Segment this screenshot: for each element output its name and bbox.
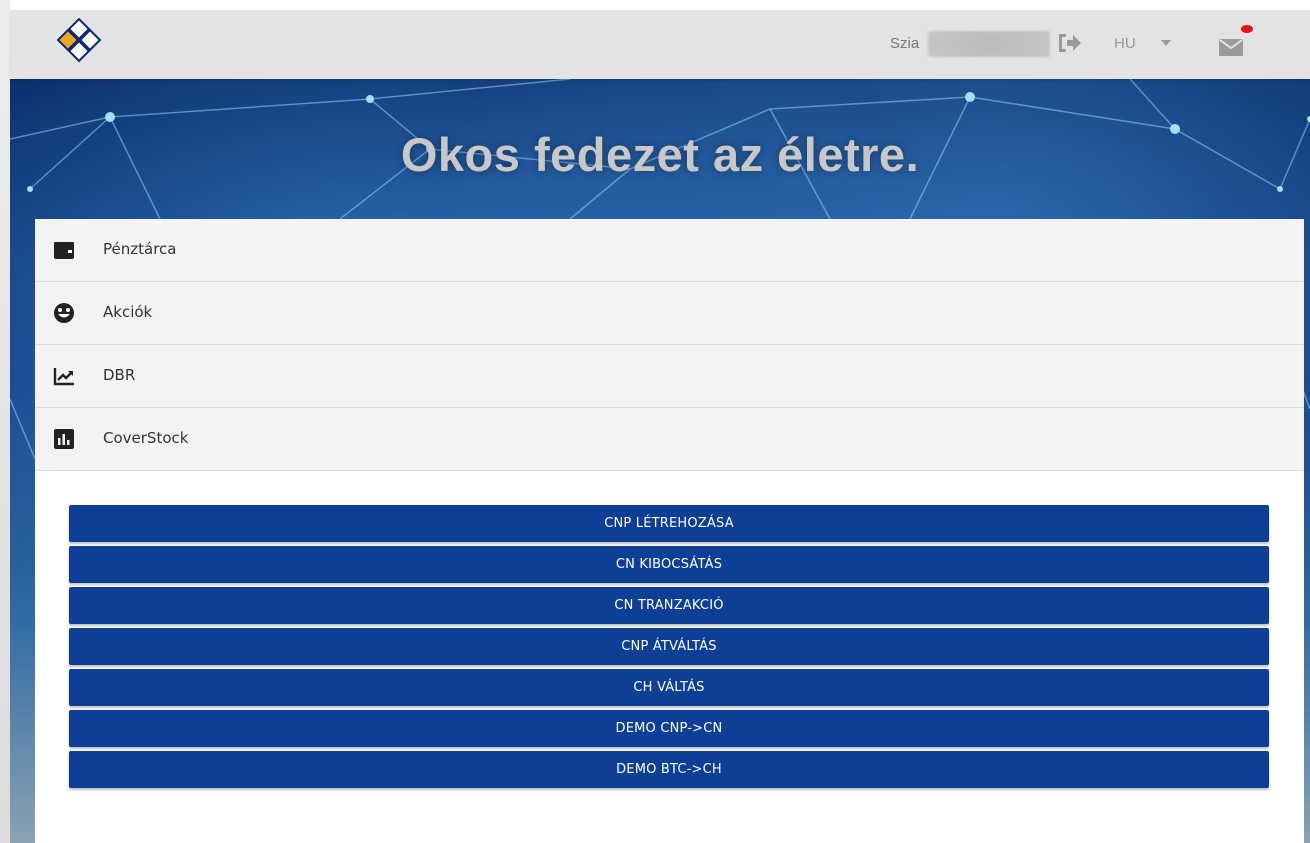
menu-item-label: DBR [103, 366, 136, 384]
user-name-redacted [928, 31, 1050, 57]
menu-list: Pénztárca Akciók DBR CoverStock [35, 219, 1304, 471]
main-card: Pénztárca Akciók DBR CoverStock CNP LÉTR… [35, 219, 1304, 843]
ch-exchange-button[interactable]: CH VÁLTÁS [69, 669, 1269, 706]
menu-item-label: CoverStock [103, 429, 189, 447]
cnp-conversion-button[interactable]: CNP ÁTVÁLTÁS [69, 628, 1269, 665]
greeting-text: Szia [890, 35, 920, 52]
menu-item-label: Akciók [103, 303, 153, 321]
cn-transaction-button[interactable]: CN TRANZAKCIÓ [69, 587, 1269, 624]
trending-up-icon [53, 368, 74, 386]
action-buttons: CNP LÉTREHOZÁSA CN KIBOCSÁTÁS CN TRANZAK… [69, 505, 1269, 792]
logout-icon[interactable] [1057, 31, 1083, 55]
bar-chart-icon [54, 429, 74, 449]
window-edge [0, 0, 10, 843]
notification-dot [1241, 25, 1253, 33]
menu-item-coverstock[interactable]: CoverStock [35, 408, 1304, 471]
create-cnp-button[interactable]: CNP LÉTREHOZÁSA [69, 505, 1269, 542]
smiley-icon [54, 303, 74, 323]
app-page: Okos fedezet az életre. Szia HU Pénztárc… [0, 0, 1310, 843]
top-header: Szia HU [10, 10, 1310, 79]
cn-issuance-button[interactable]: CN KIBOCSÁTÁS [69, 546, 1269, 583]
menu-item-label: Pénztárca [103, 240, 177, 258]
chevron-down-icon[interactable] [1160, 38, 1172, 48]
menu-item-dbr[interactable]: DBR [35, 345, 1304, 408]
demo-btc-ch-button[interactable]: DEMO BTC->CH [69, 751, 1269, 788]
menu-item-penztarca[interactable]: Pénztárca [35, 219, 1304, 282]
language-selector[interactable]: HU [1114, 35, 1136, 52]
wallet-icon [54, 242, 74, 259]
demo-cnp-cn-button[interactable]: DEMO CNP->CN [69, 710, 1269, 747]
hero-title: Okos fedezet az életre. [400, 128, 920, 181]
menu-item-akciok[interactable]: Akciók [35, 282, 1304, 345]
mail-icon[interactable] [1218, 37, 1244, 57]
logo-icon[interactable] [52, 18, 106, 72]
